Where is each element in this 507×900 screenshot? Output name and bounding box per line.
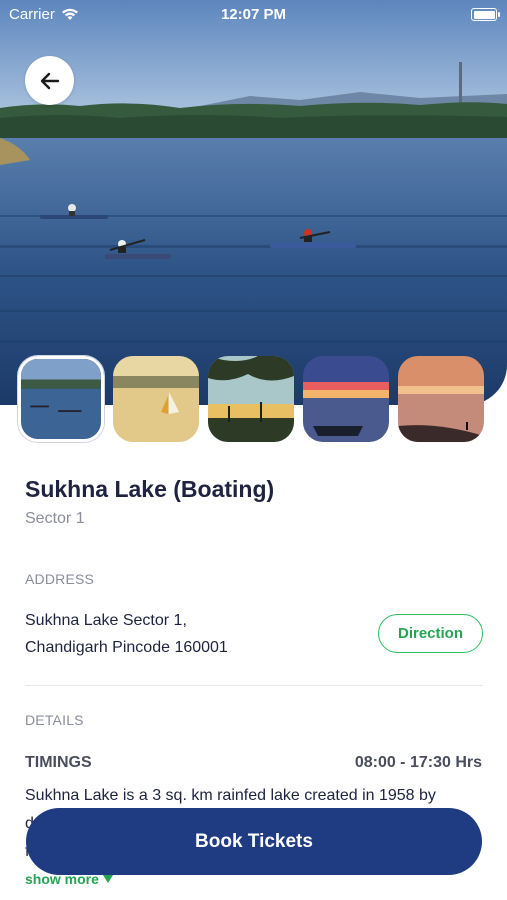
direction-button[interactable]: Direction xyxy=(378,614,483,653)
gallery-thumbnails xyxy=(18,356,484,442)
sailboat-image xyxy=(113,356,199,442)
battery-icon xyxy=(471,8,500,21)
section-divider xyxy=(25,685,483,686)
battery-level xyxy=(473,10,495,19)
shore-sunset-image xyxy=(398,356,484,442)
back-button[interactable] xyxy=(25,56,74,105)
palm-sunset-image xyxy=(208,356,294,442)
lake-kayaks-image xyxy=(21,359,101,439)
thumbnail-sailboat[interactable] xyxy=(113,356,199,442)
status-time: 12:07 PM xyxy=(220,6,287,23)
timings-label: TIMINGS xyxy=(25,754,92,771)
address-section-label: ADDRESS xyxy=(25,571,95,587)
thumbnail-shore-sunset[interactable] xyxy=(398,356,484,442)
hero-image xyxy=(0,0,507,405)
thumbnail-palm-sunset[interactable] xyxy=(208,356,294,442)
lake-photo xyxy=(0,0,507,405)
place-subtitle: Sector 1 xyxy=(25,510,85,527)
page-title: Sukhna Lake (Boating) xyxy=(25,476,275,502)
details-section-label: DETAILS xyxy=(25,712,84,728)
triangle-down-icon xyxy=(102,875,113,883)
address-line-1: Sukhna Lake Sector 1, xyxy=(25,612,187,629)
book-tickets-button[interactable]: Book Tickets xyxy=(26,808,482,875)
timings-value: 08:00 - 17:30 Hrs xyxy=(354,754,482,771)
thumbnail-twilight-boat[interactable] xyxy=(303,356,389,442)
twilight-boat-image xyxy=(303,356,389,442)
thumbnail-lake-kayaks[interactable] xyxy=(18,356,104,442)
address-line-2: Chandigarh Pincode 160001 xyxy=(25,639,228,656)
status-bar: Carrier 12:07 PM xyxy=(0,0,507,30)
arrow-left-icon xyxy=(40,72,59,89)
